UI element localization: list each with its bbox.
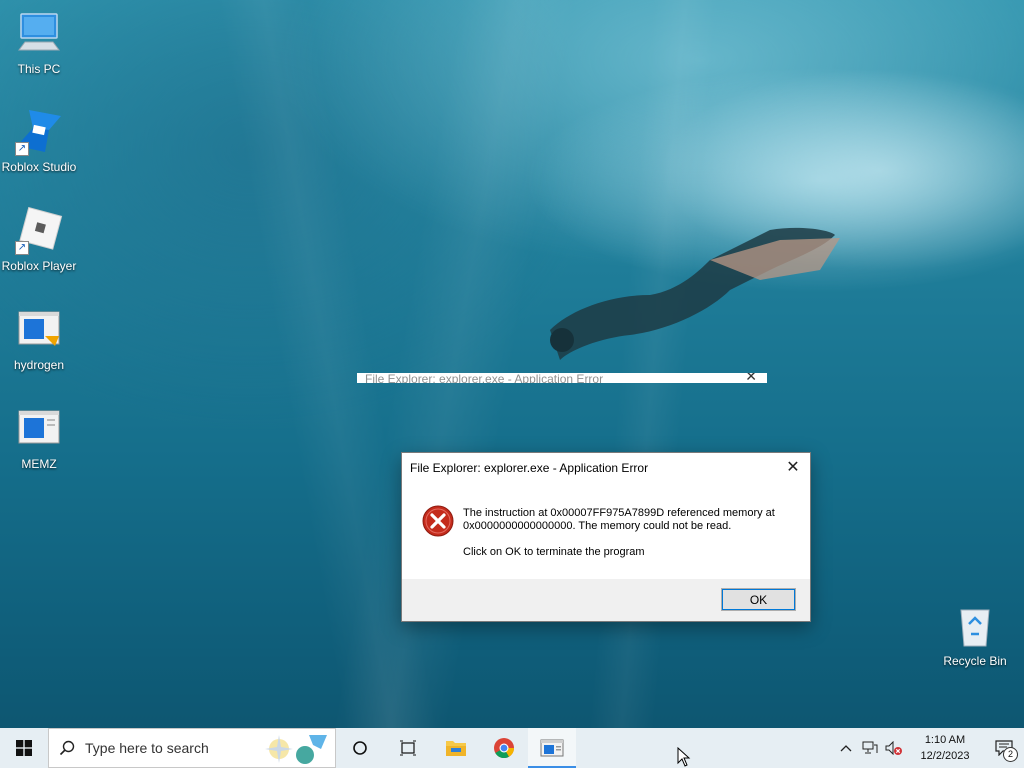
shortcut-arrow-icon: ↗ <box>15 142 29 156</box>
dialog-body: The instruction at 0x00007FF975A7899D re… <box>402 483 810 579</box>
desktop-icon-roblox-studio[interactable]: ↗ Roblox Studio <box>1 108 77 174</box>
app-window-icon <box>540 739 564 757</box>
computer-icon <box>15 10 63 58</box>
shortcut-arrow-icon: ↗ <box>15 241 29 255</box>
network-button[interactable] <box>858 728 882 768</box>
file-explorer-icon <box>446 741 466 756</box>
application-error-dialog: File Explorer: explorer.exe - Applicatio… <box>401 452 811 622</box>
taskbar: Type here to search 1:10 AM 12/2/2023 2 <box>0 728 1024 768</box>
roblox-player-icon: ↗ <box>15 206 63 255</box>
notification-count-badge: 2 <box>1003 747 1018 762</box>
search-highlight-icon <box>265 735 327 764</box>
search-input[interactable]: Type here to search <box>48 728 336 768</box>
background-window-title: File Explorer: explorer.exe - Applicatio… <box>365 373 604 383</box>
search-placeholder: Type here to search <box>85 740 209 756</box>
desktop-icon-label: hydrogen <box>13 358 65 372</box>
desktop-icon-label: Roblox Player <box>1 259 77 273</box>
application-icon <box>15 306 63 354</box>
dialog-footer: OK <box>402 579 810 621</box>
desktop-icon-memz[interactable]: MEMZ <box>1 405 77 471</box>
error-icon <box>422 505 454 537</box>
application-icon <box>15 405 63 453</box>
chevron-up-icon <box>840 745 852 752</box>
error-message-line2: 0x0000000000000000. The memory could not… <box>463 520 732 532</box>
wallpaper-diver <box>550 227 840 360</box>
search-icon <box>49 740 85 756</box>
dialog-title: File Explorer: explorer.exe - Applicatio… <box>410 461 649 475</box>
file-explorer-button[interactable] <box>432 728 480 768</box>
volume-muted-icon <box>885 741 902 755</box>
desktop-icon-hydrogen[interactable]: hydrogen <box>1 306 77 372</box>
roblox-studio-icon: ↗ <box>15 108 63 156</box>
desktop-icon-roblox-player[interactable]: ↗ Roblox Player <box>1 206 77 273</box>
clock-date: 12/2/2023 <box>920 750 970 762</box>
desktop-icon-this-pc[interactable]: This PC <box>1 10 77 76</box>
cortana-icon <box>353 741 367 755</box>
show-hidden-icons-button[interactable] <box>834 728 858 768</box>
mouse-cursor-icon <box>677 747 691 767</box>
task-view-button[interactable] <box>384 728 432 768</box>
clock-time: 1:10 AM <box>924 734 966 746</box>
start-button[interactable] <box>0 728 48 768</box>
desktop-icon-label: This PC <box>17 62 61 76</box>
close-icon: ✕ <box>745 373 757 383</box>
desktop-icon-label: Recycle Bin <box>943 654 1007 668</box>
windows-logo-icon <box>16 740 32 756</box>
ok-button[interactable]: OK <box>721 588 796 611</box>
desktop-icon-label: Roblox Studio <box>1 160 77 174</box>
desktop-icon-label: MEMZ <box>21 457 57 471</box>
chrome-icon <box>494 738 515 759</box>
close-button[interactable]: ✕ <box>780 455 806 481</box>
volume-button[interactable] <box>882 728 906 768</box>
chrome-button[interactable] <box>480 728 528 768</box>
background-window[interactable]: File Explorer: explorer.exe - Applicatio… <box>357 373 767 383</box>
error-message-line1: The instruction at 0x00007FF975A7899D re… <box>463 507 775 519</box>
app-window-button[interactable] <box>528 728 576 768</box>
system-tray: 1:10 AM 12/2/2023 2 <box>834 728 1024 768</box>
action-center-button[interactable]: 2 <box>984 728 1024 768</box>
cortana-button[interactable] <box>336 728 384 768</box>
clock[interactable]: 1:10 AM 12/2/2023 <box>906 732 984 764</box>
task-view-icon <box>400 740 416 756</box>
network-icon <box>862 741 878 754</box>
desktop-icon-recycle-bin[interactable]: Recycle Bin <box>937 602 1013 668</box>
error-action-text: Click on OK to terminate the program <box>463 546 645 558</box>
recycle-bin-icon <box>951 602 999 650</box>
